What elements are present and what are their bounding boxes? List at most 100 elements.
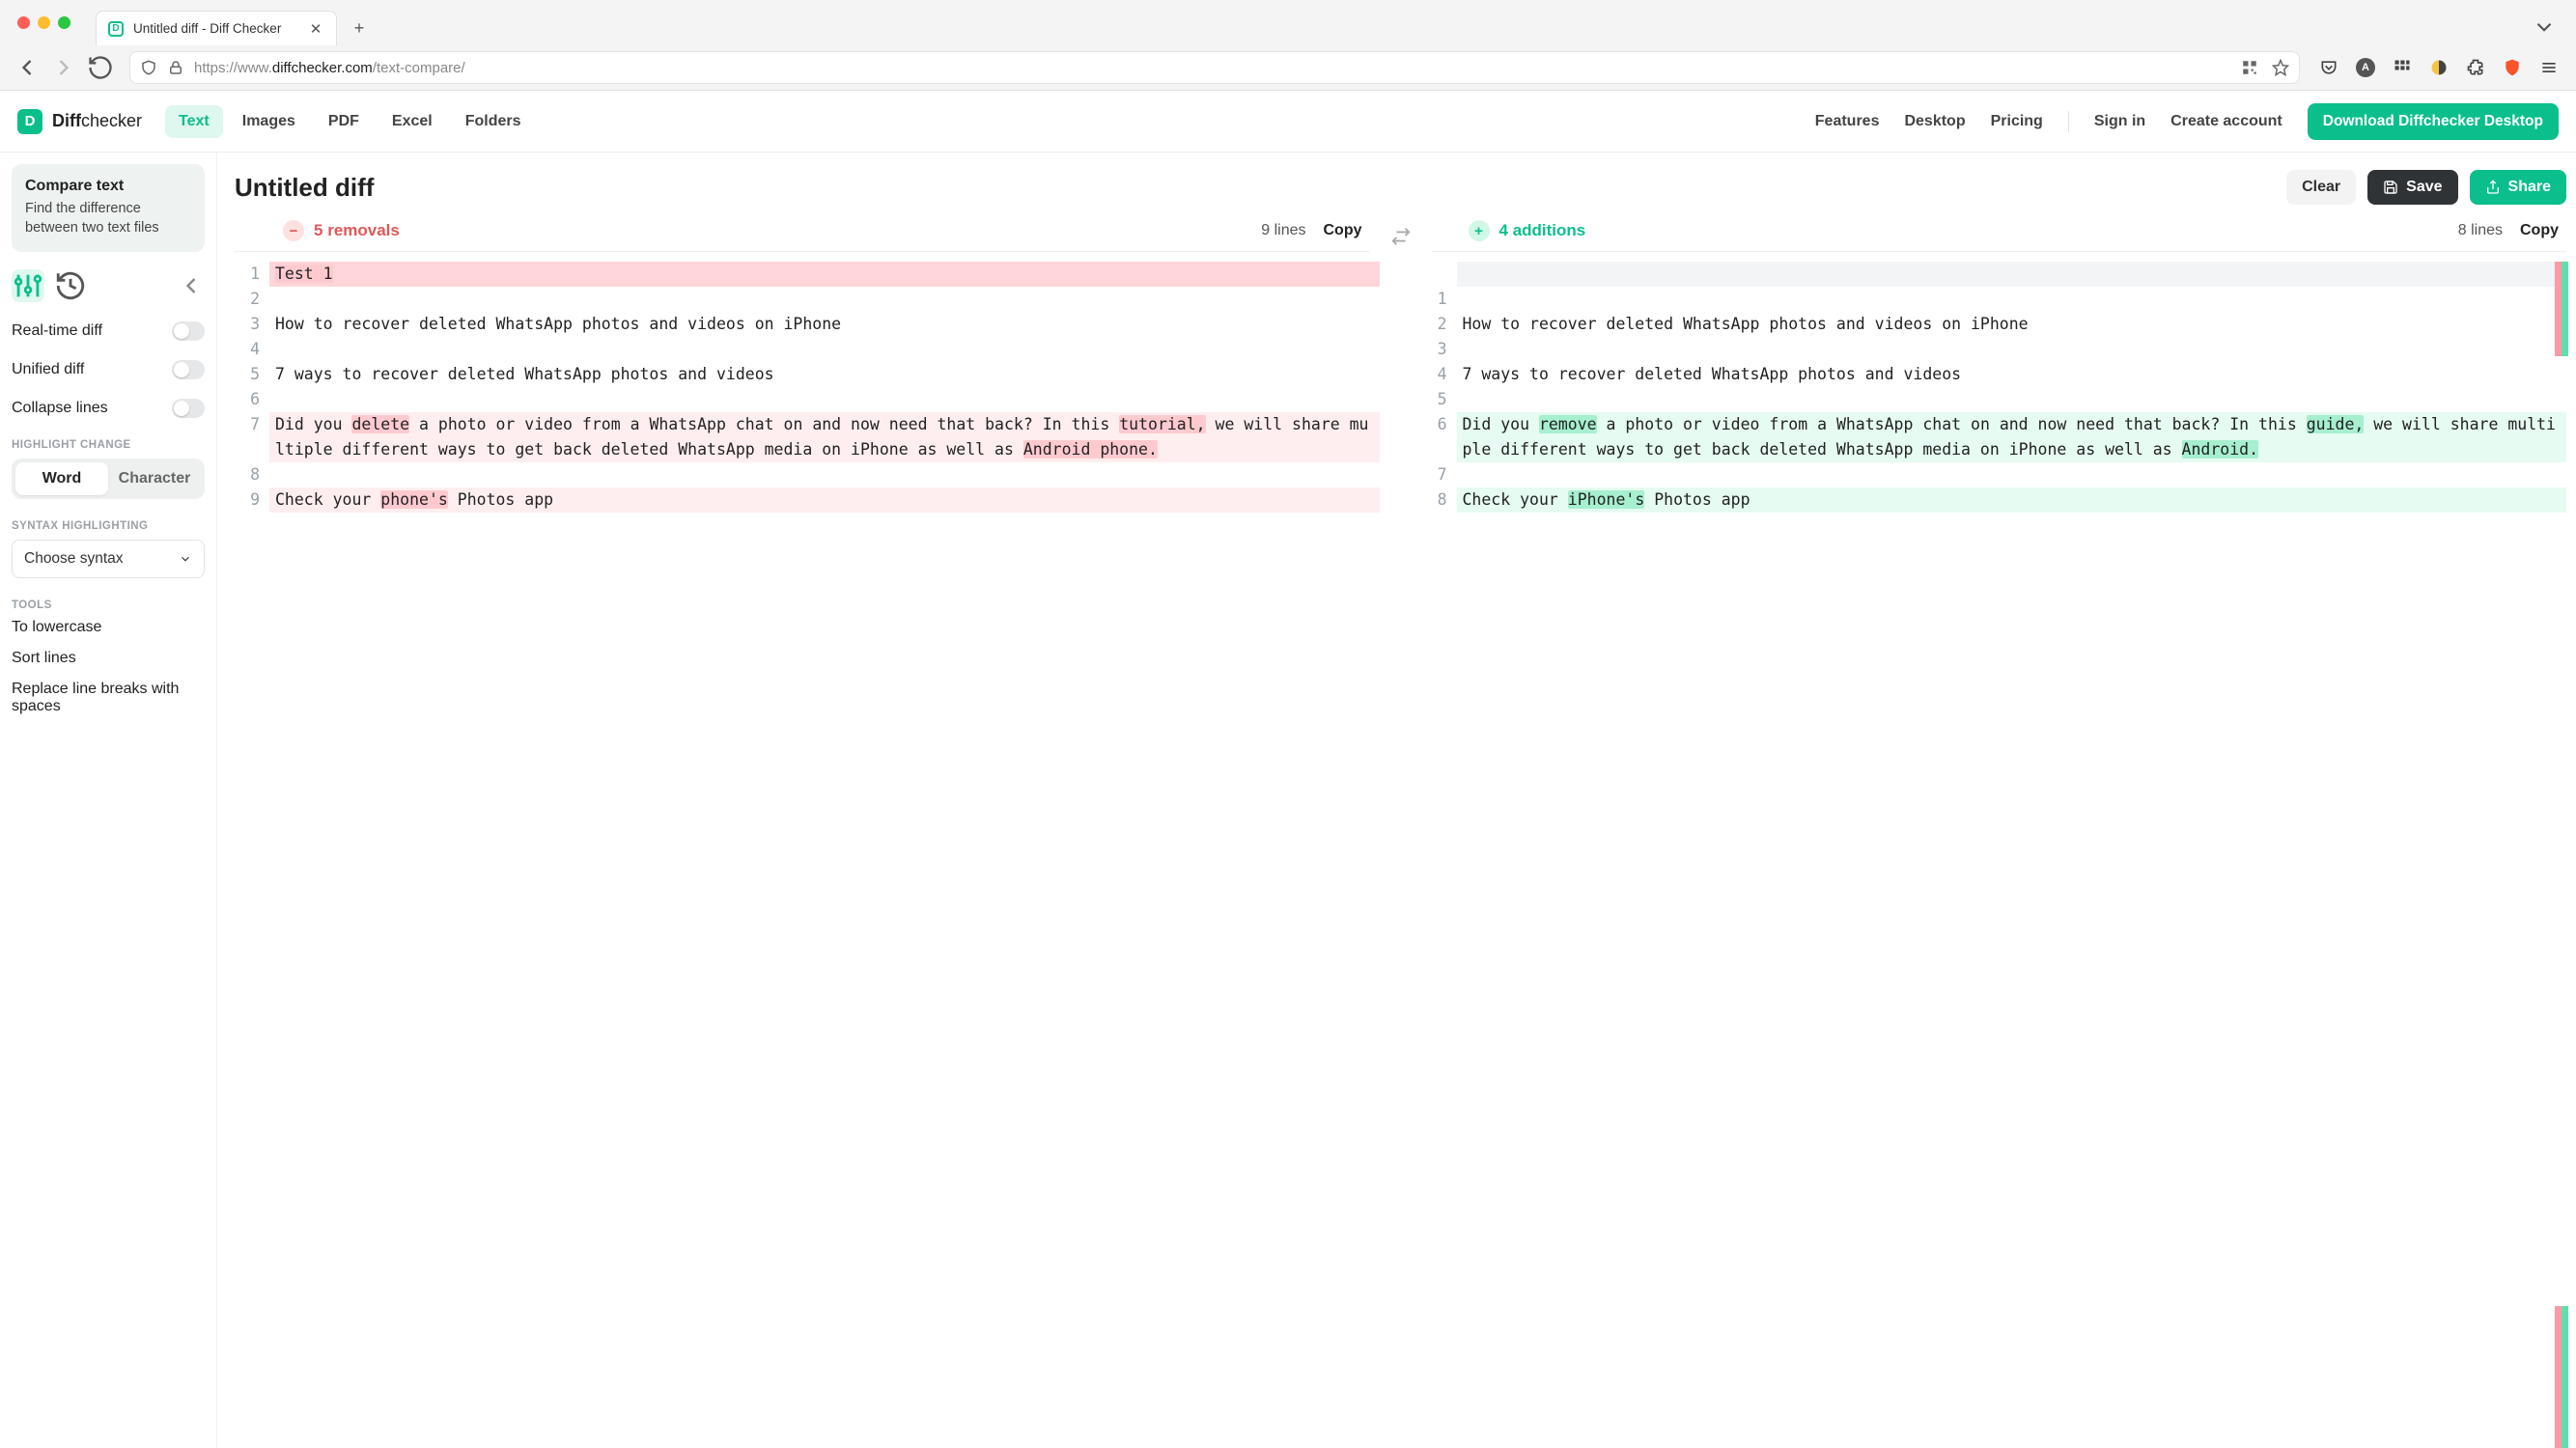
title-actions: Clear Save Share xyxy=(2286,170,2566,205)
save-button[interactable]: Save xyxy=(2367,170,2457,205)
line-number: 4 xyxy=(235,337,269,362)
save-button-label: Save xyxy=(2406,179,2442,196)
swap-panes-button[interactable] xyxy=(1370,220,1432,252)
diff-minimap[interactable] xyxy=(2555,262,2568,1448)
removed-token: delete xyxy=(351,415,409,433)
url-host: diffchecker.com xyxy=(272,60,373,76)
toggle-row: Unified diff xyxy=(12,360,205,379)
toggle-row: Real-time diff xyxy=(12,321,205,341)
copy-left-button[interactable]: Copy xyxy=(1324,222,1362,239)
header-link-pricing[interactable]: Pricing xyxy=(1991,113,2043,130)
removed-token: Test 1 xyxy=(275,265,333,283)
tool-item[interactable]: Replace line breaks with spaces xyxy=(12,681,205,715)
plus-badge-icon: + xyxy=(1469,220,1490,241)
top-tab-images[interactable]: Images xyxy=(229,105,309,138)
new-tab-button[interactable]: + xyxy=(345,14,374,42)
line-number: 2 xyxy=(1422,312,1457,337)
window-minimize-button[interactable] xyxy=(38,16,50,29)
download-desktop-button[interactable]: Download Diffchecker Desktop xyxy=(2308,103,2559,140)
syntax-select-value: Choose syntax xyxy=(24,550,124,568)
tab-overflow-button[interactable] xyxy=(2532,14,2557,40)
pocket-icon[interactable] xyxy=(2319,58,2338,77)
copy-right-button[interactable]: Copy xyxy=(2520,222,2559,239)
diff-line: 47 ways to recover deleted WhatsApp phot… xyxy=(1422,362,2567,387)
code-content: Did you remove a photo or video from a W… xyxy=(1457,412,2567,462)
compare-card: Compare text Find the difference between… xyxy=(12,164,205,252)
code-content: How to recover deleted WhatsApp photos a… xyxy=(269,312,1380,337)
window-close-button[interactable] xyxy=(17,16,30,29)
header-link-features[interactable]: Features xyxy=(1815,113,1880,130)
segment-character[interactable]: Character xyxy=(108,462,201,495)
toggle-switch[interactable] xyxy=(172,321,205,341)
tab-favicon: D xyxy=(108,21,124,37)
toggle-switch[interactable] xyxy=(172,399,205,418)
share-button[interactable]: Share xyxy=(2470,170,2566,205)
line-number: 4 xyxy=(1422,362,1457,387)
browser-tab[interactable]: D Untitled diff - Diff Checker ✕ xyxy=(96,11,337,45)
header-right: Features Desktop Pricing Sign in Create ac… xyxy=(1815,103,2559,140)
line-number: 8 xyxy=(235,462,269,487)
diff-body: 1Test 123How to recover deleted WhatsApp… xyxy=(235,262,2566,1448)
qr-icon[interactable] xyxy=(2241,59,2258,76)
diff-line: 1Test 1 xyxy=(235,262,1380,287)
account-avatar[interactable]: A xyxy=(2356,58,2375,77)
highlight-segmented-control: WordCharacter xyxy=(12,459,205,499)
tab-strip: D Untitled diff - Diff Checker ✕ + xyxy=(0,0,2576,45)
star-icon[interactable] xyxy=(2272,59,2289,76)
header-divider xyxy=(2068,111,2069,132)
tool-list: To lowercase Sort lines Replace line break… xyxy=(12,619,205,715)
document-title[interactable]: Untitled diff xyxy=(235,173,374,203)
forward-button[interactable] xyxy=(50,54,77,81)
top-tab-excel[interactable]: Excel xyxy=(378,105,446,138)
apps-grid-icon[interactable] xyxy=(2393,58,2412,77)
line-number: 6 xyxy=(1422,412,1457,437)
address-bar[interactable]: https://www.diffchecker.com/text-compare… xyxy=(129,51,2300,84)
diff-pane-left[interactable]: 1Test 123How to recover deleted WhatsApp… xyxy=(235,262,1380,1448)
collapse-sidebar-button[interactable] xyxy=(178,272,205,299)
code-content: Did you delete a photo or video from a W… xyxy=(269,412,1380,462)
logo-text[interactable]: Diffchecker xyxy=(52,111,142,131)
tool-item[interactable]: To lowercase xyxy=(12,619,205,636)
sidebar: Compare text Find the difference between… xyxy=(0,153,217,1448)
top-tab-text[interactable]: Text xyxy=(165,105,223,138)
compare-card-title: Compare text xyxy=(25,178,191,195)
tools-section-label: TOOLS xyxy=(12,599,205,611)
brave-shield-icon[interactable] xyxy=(2503,58,2522,77)
header-link-desktop[interactable]: Desktop xyxy=(1904,113,1965,130)
hamburger-menu-icon[interactable] xyxy=(2539,58,2559,77)
tool-item[interactable]: Sort lines xyxy=(12,650,205,667)
segment-word[interactable]: Word xyxy=(15,462,108,495)
settings-icon[interactable] xyxy=(12,269,44,302)
logo-mark[interactable]: D xyxy=(17,109,42,134)
compare-card-subtitle: Find the difference between two text fil… xyxy=(25,199,191,238)
toggle-switch[interactable] xyxy=(172,360,205,379)
line-number: 6 xyxy=(235,387,269,412)
left-line-count: 9 lines xyxy=(1261,222,1305,239)
create-account-link[interactable]: Create account xyxy=(2170,113,2282,130)
diff-pane-right[interactable]: 12How to recover deleted WhatsApp photos… xyxy=(1422,262,2567,1448)
top-tab-pdf[interactable]: PDF xyxy=(315,105,373,138)
app-header: D Diffchecker TextImagesPDFExcelFolders … xyxy=(0,91,2576,153)
top-tab-folders[interactable]: Folders xyxy=(452,105,535,138)
toolbar: https://www.diffchecker.com/text-compare… xyxy=(0,45,2576,90)
url-path: /text-compare/ xyxy=(373,60,465,76)
diff-line: 7 xyxy=(1422,462,2567,487)
syntax-select[interactable]: Choose syntax xyxy=(12,540,205,578)
tab-close-button[interactable]: ✕ xyxy=(307,20,324,38)
clear-button[interactable]: Clear xyxy=(2286,170,2356,205)
minus-badge-icon: − xyxy=(283,220,304,241)
added-token: guide, xyxy=(2307,415,2365,433)
line-number: 5 xyxy=(235,362,269,387)
additions-count: 4 additions xyxy=(1499,221,1586,240)
diff-line: 9Check your phone's Photos app xyxy=(235,487,1380,513)
signin-link[interactable]: Sign in xyxy=(2094,113,2145,130)
diff-line: 8 xyxy=(235,462,1380,487)
added-token: remove xyxy=(1539,415,1597,433)
extension-color-icon[interactable] xyxy=(2429,58,2449,77)
extensions-icon[interactable] xyxy=(2466,58,2485,77)
reload-button[interactable] xyxy=(87,54,114,81)
history-icon[interactable] xyxy=(54,269,87,302)
window-zoom-button[interactable] xyxy=(58,16,70,29)
back-button[interactable] xyxy=(14,54,41,81)
diff-line xyxy=(1422,262,2567,287)
